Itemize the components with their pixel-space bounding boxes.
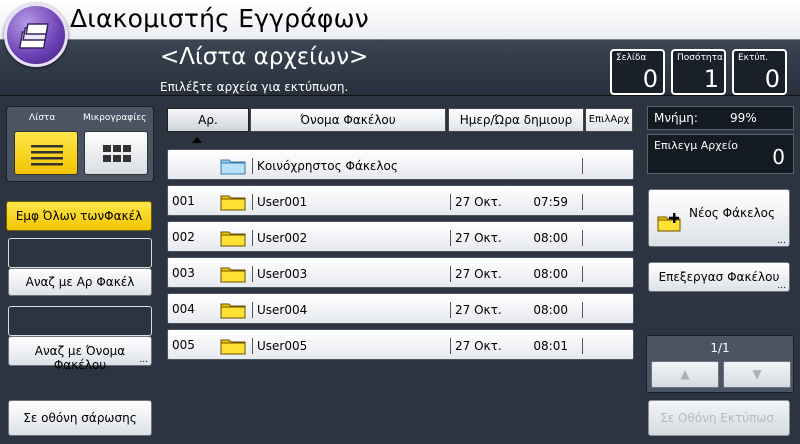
screen-instruction: Επιλέξτε αρχεία για εκτύπωση.	[160, 80, 349, 94]
view-mode-panel: Λίστα Μικρογραφίες	[6, 106, 154, 182]
folder-row[interactable]: 005 User005 27 Οκτ. 08:01	[167, 329, 634, 360]
edit-folder-button[interactable]: Επεξεργασ Φακέλου ...	[648, 262, 790, 292]
list-icon	[31, 145, 63, 166]
sort-ascending-icon	[192, 137, 202, 143]
shared-folder-icon	[220, 159, 246, 175]
document-server-icon	[4, 3, 68, 67]
folder-list-area: Αρ. Όνομα Φακέλου Ημερ/Ώρα δημιουρ ΕπιλΑ…	[160, 97, 640, 444]
page-indicator: 1/1	[710, 341, 730, 355]
right-panel: Μνήμη: 99% Επιλεγμ Αρχείο 0 Νέος Φάκελος…	[640, 97, 800, 444]
folder-row[interactable]: 001 User001 27 Οκτ. 07:59	[167, 185, 634, 216]
view-thumb-label: Μικρογραφίες	[83, 113, 147, 123]
search-by-folder-name-button[interactable]: Αναζ με Όνομα Φακέλου ...	[8, 336, 152, 372]
folder-row[interactable]: 002 User002 27 Οκτ. 08:00	[167, 221, 634, 252]
pagination: 1/1 ▲ ▼	[646, 335, 794, 393]
show-all-folders-button[interactable]: Εμφ Όλων τωνΦακέλ	[6, 201, 152, 231]
column-header-select-file[interactable]: ΕπιλΑρχ	[585, 108, 633, 132]
page-down-button[interactable]: ▼	[723, 361, 791, 388]
folder-row[interactable]: 004 User004 27 Οκτ. 08:00	[167, 293, 634, 324]
left-panel: Λίστα Μικρογραφίες Εμφ Όλων τωνΦακέλ Ανα…	[0, 97, 160, 444]
page-counter: Σελίδα 0	[610, 49, 665, 95]
app-title: Διακομιστής Εγγράφων	[70, 4, 369, 33]
folder-icon	[220, 231, 246, 247]
page-up-button[interactable]: ▲	[651, 361, 719, 388]
shared-folder-name: Κοινόχρηστος Φάκελος	[252, 158, 398, 174]
thumbnail-view-button[interactable]	[84, 131, 148, 175]
quantity-counter: Ποσότητα 1	[671, 49, 726, 95]
folder-row[interactable]: 003 User003 27 Οκτ. 08:00	[167, 257, 634, 288]
view-list-label: Λίστα	[29, 113, 56, 123]
new-folder-button[interactable]: Νέος Φάκελος ...	[648, 189, 790, 247]
grid-icon	[103, 145, 131, 162]
list-view-button[interactable]	[14, 131, 78, 175]
to-scan-screen-button[interactable]: Σε οθόνη σάρωσης	[8, 400, 152, 436]
selected-files-indicator: Επιλεγμ Αρχείο 0	[647, 134, 794, 174]
folder-icon	[220, 303, 246, 319]
shared-folder-row[interactable]: Κοινόχρηστος Φάκελος	[167, 149, 634, 180]
column-header-number[interactable]: Αρ.	[167, 108, 249, 132]
column-header-folder-name[interactable]: Όνομα Φακέλου	[250, 108, 446, 132]
title-bar: Διακομιστής Εγγράφων	[0, 0, 800, 40]
folder-icon	[220, 267, 246, 283]
folder-name-display	[8, 306, 152, 336]
search-by-folder-number-button[interactable]: Αναζ με Αρ Φακέλ	[8, 268, 152, 296]
folder-icon	[220, 339, 246, 355]
print-counter: Εκτύπ. 0	[732, 49, 787, 95]
new-folder-icon	[657, 213, 681, 232]
to-print-screen-button[interactable]: Σε Οθόνη Εκτύπωσ.	[648, 400, 790, 436]
folder-icon	[220, 195, 246, 211]
memory-indicator: Μνήμη: 99%	[647, 106, 794, 130]
screen-title: <Λίστα αρχείων>	[160, 44, 369, 70]
column-header-created[interactable]: Ημερ/Ώρα δημιουρ	[448, 108, 584, 132]
folder-number-display	[8, 238, 152, 268]
